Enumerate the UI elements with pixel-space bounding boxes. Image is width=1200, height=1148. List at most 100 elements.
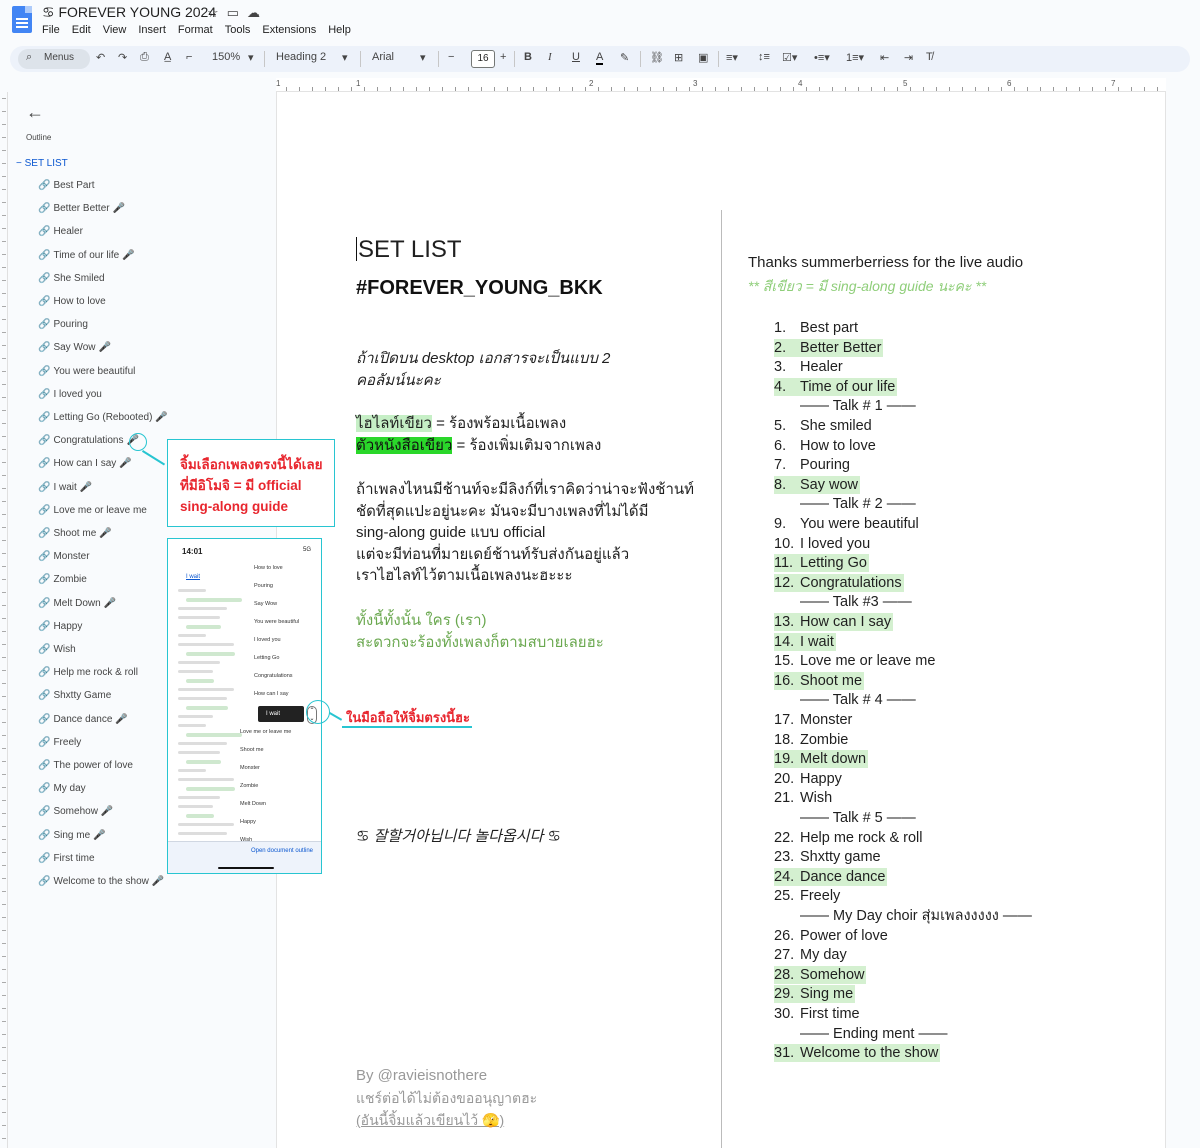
font-select[interactable]: Arial	[372, 51, 394, 63]
increase-font-size-icon[interactable]: +	[500, 51, 506, 63]
setlist-item: 22. Help me rock & roll	[774, 829, 922, 847]
outline-heading-set-list[interactable]: − SET LIST	[16, 158, 68, 169]
search-menus-button[interactable]: ⌕ Menus	[18, 49, 90, 69]
move-folder-icon[interactable]: ▭	[227, 5, 247, 20]
add-comment-icon[interactable]: ⊞	[674, 51, 683, 64]
menu-help[interactable]: Help	[328, 24, 351, 36]
ruler-tick	[2, 735, 6, 736]
outline-item[interactable]: 🔗 Welcome to the show 🎤	[38, 876, 164, 887]
green-text-desc: = ร้องเพิ่มเติมจากเพลง	[452, 437, 602, 454]
underline-icon[interactable]: U	[572, 51, 580, 63]
outline-item[interactable]: 🔗 Monster	[38, 551, 90, 562]
bulleted-list-icon[interactable]: •≡▾	[814, 51, 830, 64]
link-icon: 🔗	[38, 876, 51, 887]
menu-insert[interactable]: Insert	[138, 24, 166, 36]
align-icon[interactable]: ≡▾	[726, 51, 738, 64]
paint-format-icon[interactable]: ⌐	[186, 51, 192, 63]
outline-item[interactable]: 🔗 Letting Go (Rebooted) 🎤	[38, 412, 168, 423]
decrease-font-size-icon[interactable]: −	[448, 51, 454, 63]
outline-item[interactable]: 🔗 Freely	[38, 737, 81, 748]
increase-indent-icon[interactable]: ⇥	[904, 51, 913, 64]
ruler-tick	[1014, 87, 1015, 91]
print-icon[interactable]: ⎙	[140, 51, 149, 64]
outline-item[interactable]: 🔗 Time of our life 🎤	[38, 250, 135, 261]
outline-item[interactable]: 🔗 Healer	[38, 226, 83, 237]
outline-item[interactable]: 🔗 She Smiled	[38, 273, 105, 284]
search-menus-label: Menus	[44, 52, 75, 63]
microphone-icon: 🎤	[122, 249, 135, 261]
menu-view[interactable]: View	[103, 24, 127, 36]
outline-item[interactable]: 🔗 Best Part	[38, 180, 95, 191]
outline-item[interactable]: 🔗 How can I say 🎤	[38, 458, 132, 469]
ruler-tick	[1157, 87, 1158, 91]
checklist-icon[interactable]: ☑▾	[782, 51, 797, 64]
outline-item[interactable]: 🔗 I loved you	[38, 389, 102, 400]
style-chevron-down-icon[interactable]: ▾	[342, 51, 348, 64]
line-spacing-icon[interactable]: ↕≡	[758, 51, 770, 63]
back-arrow-icon[interactable]: ←	[26, 102, 44, 123]
ruler-tick	[2, 774, 6, 775]
decrease-indent-icon[interactable]: ⇤	[880, 51, 889, 64]
ruler-tick	[286, 87, 287, 91]
setlist-number: 29.	[774, 986, 795, 1003]
star-icon[interactable]: ☆	[207, 5, 227, 20]
menu-edit[interactable]: Edit	[72, 24, 91, 36]
setlist-item: 28. Somehow	[774, 965, 867, 984]
outline-item[interactable]: 🔗 I wait 🎤	[38, 482, 92, 493]
font-size-input[interactable]: 16	[471, 50, 495, 68]
style-select[interactable]: Heading 2	[276, 51, 326, 63]
green-text-label: ตัวหนังสือเขียว	[356, 437, 453, 454]
outline-item[interactable]: 🔗 Zombie	[38, 574, 87, 585]
highlight-color-icon[interactable]: ✎	[620, 51, 629, 64]
outline-item[interactable]: 🔗 How to love	[38, 296, 106, 307]
numbered-list-icon[interactable]: 1≡▾	[846, 51, 864, 64]
ruler-tick	[819, 87, 820, 91]
docs-logo-icon[interactable]	[12, 6, 32, 33]
annotation-box: จิ้มเลือกเพลงตรงนี้ได้เลย ที่มีอิโมจิ = …	[167, 439, 335, 527]
zoom-select[interactable]: 150%	[212, 51, 240, 63]
zoom-chevron-down-icon[interactable]: ▾	[248, 51, 254, 64]
outline-item[interactable]: 🔗 Shoot me 🎤	[38, 528, 112, 539]
outline-item[interactable]: 🔗 Happy	[38, 621, 82, 632]
annotation-line-1: จิ้มเลือกเพลงตรงนี้ได้เลย	[180, 457, 323, 472]
text-color-icon[interactable]: A	[596, 51, 604, 65]
bold-icon[interactable]: B	[524, 51, 532, 63]
undo-icon[interactable]: ↶	[96, 51, 105, 64]
setlist-number: 18.	[774, 731, 795, 748]
vertical-ruler[interactable]	[0, 92, 8, 1148]
outline-item[interactable]: 🔗 Pouring	[38, 319, 88, 330]
insert-image-icon[interactable]: ▣	[698, 51, 708, 64]
outline-item[interactable]: 🔗 You were beautiful	[38, 366, 135, 377]
outline-item[interactable]: 🔗 First time	[38, 853, 95, 864]
outline-item[interactable]: 🔗 Love me or leave me	[38, 505, 147, 516]
menu-tools[interactable]: Tools	[225, 24, 251, 36]
outline-item[interactable]: 🔗 Somehow 🎤	[38, 806, 113, 817]
document-title[interactable]: ♋ FOREVER YOUNG 2024	[42, 4, 216, 21]
doc-title[interactable]: SET LIST	[356, 236, 462, 264]
outline-item[interactable]: 🔗 The power of love	[38, 760, 133, 771]
menu-extensions[interactable]: Extensions	[262, 24, 316, 36]
outline-item[interactable]: 🔗 Melt Down 🎤	[38, 598, 116, 609]
clear-formatting-icon[interactable]: T̸	[926, 51, 933, 63]
outline-item[interactable]: 🔗 My day	[38, 783, 86, 794]
outline-item[interactable]: 🔗 Shxtty Game	[38, 690, 111, 701]
insert-link-icon[interactable]: ⛓	[650, 51, 664, 64]
menu-file[interactable]: File	[42, 24, 60, 36]
ruler-tick	[1053, 87, 1054, 91]
spellcheck-icon[interactable]: A̲	[164, 51, 171, 63]
menu-format[interactable]: Format	[178, 24, 213, 36]
outline-item[interactable]: 🔗 Congratulations 🎤	[38, 435, 139, 446]
font-chevron-down-icon[interactable]: ▾	[420, 51, 426, 64]
outline-item[interactable]: 🔗 Dance dance 🎤	[38, 714, 128, 725]
ruler-tick	[2, 514, 6, 515]
cloud-status-icon[interactable]: ☁	[247, 5, 268, 20]
outline-item[interactable]: 🔗 Say Wow 🎤	[38, 342, 111, 353]
outline-item[interactable]: 🔗 Help me rock & roll	[38, 667, 138, 678]
outline-item[interactable]: 🔗 Wish	[38, 644, 76, 655]
redo-icon[interactable]: ↷	[118, 51, 127, 64]
outline-item[interactable]: 🔗 Sing me 🎤	[38, 830, 106, 841]
horizontal-ruler[interactable]: 1 1 2 3 4 5 6 7	[276, 78, 1166, 92]
italic-icon[interactable]: I	[548, 51, 552, 63]
ruler-tick	[2, 787, 6, 788]
outline-item[interactable]: 🔗 Better Better 🎤	[38, 203, 125, 214]
